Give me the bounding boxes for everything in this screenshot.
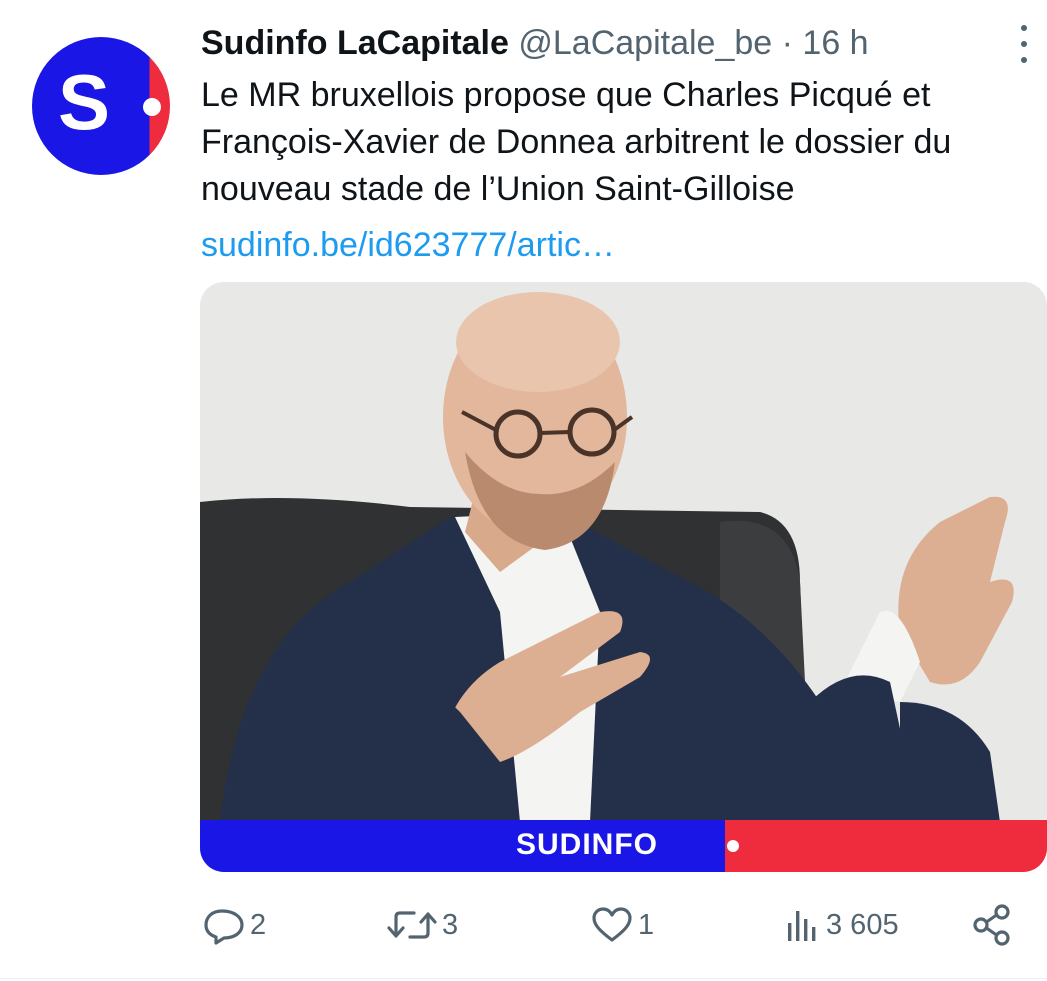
tweet-text: Le MR bruxellois propose que Charles Pic… xyxy=(201,76,952,208)
more-vertical-icon xyxy=(1021,25,1027,63)
tweet-timestamp[interactable]: 16 h xyxy=(802,24,868,62)
banner-dot-icon xyxy=(727,840,739,852)
author-handle[interactable]: @LaCapitale_be xyxy=(518,24,772,62)
reply-button[interactable]: 2 xyxy=(202,895,266,955)
views-count: 3 605 xyxy=(826,908,899,941)
tweet-header: Sudinfo LaCapitale @LaCapitale_be · 16 h xyxy=(201,22,869,64)
media-brand-banner: SUDINFO xyxy=(200,820,1047,872)
like-button[interactable]: 1 xyxy=(590,895,654,955)
more-options-button[interactable] xyxy=(1008,20,1040,68)
author-name[interactable]: Sudinfo LaCapitale xyxy=(201,24,509,62)
avatar-letter: S xyxy=(58,58,110,146)
reply-icon xyxy=(204,909,244,945)
avatar[interactable]: S xyxy=(32,37,170,175)
views-bar-chart-icon xyxy=(788,911,816,941)
share-button[interactable] xyxy=(970,895,1014,955)
tweet-link[interactable]: sudinfo.be/id623777/artic… xyxy=(201,222,615,269)
tweet-media-image[interactable]: SUDINFO xyxy=(200,282,1047,872)
share-icon xyxy=(973,904,1010,946)
like-count: 1 xyxy=(638,908,655,941)
tweet-actions: 2 3 1 3 605 xyxy=(0,895,1047,955)
media-banner-text: SUDINFO xyxy=(516,828,658,861)
retweet-icon xyxy=(387,911,437,939)
reply-count: 2 xyxy=(250,908,267,941)
heart-icon xyxy=(592,907,632,942)
views-button[interactable]: 3 605 xyxy=(782,895,899,955)
header-separator: · xyxy=(781,24,793,62)
sudinfo-logo-icon: S xyxy=(58,58,161,146)
divider xyxy=(0,978,1047,979)
article-photo xyxy=(200,282,1047,872)
retweet-count: 3 xyxy=(442,908,459,941)
retweet-button[interactable]: 3 xyxy=(386,895,458,955)
